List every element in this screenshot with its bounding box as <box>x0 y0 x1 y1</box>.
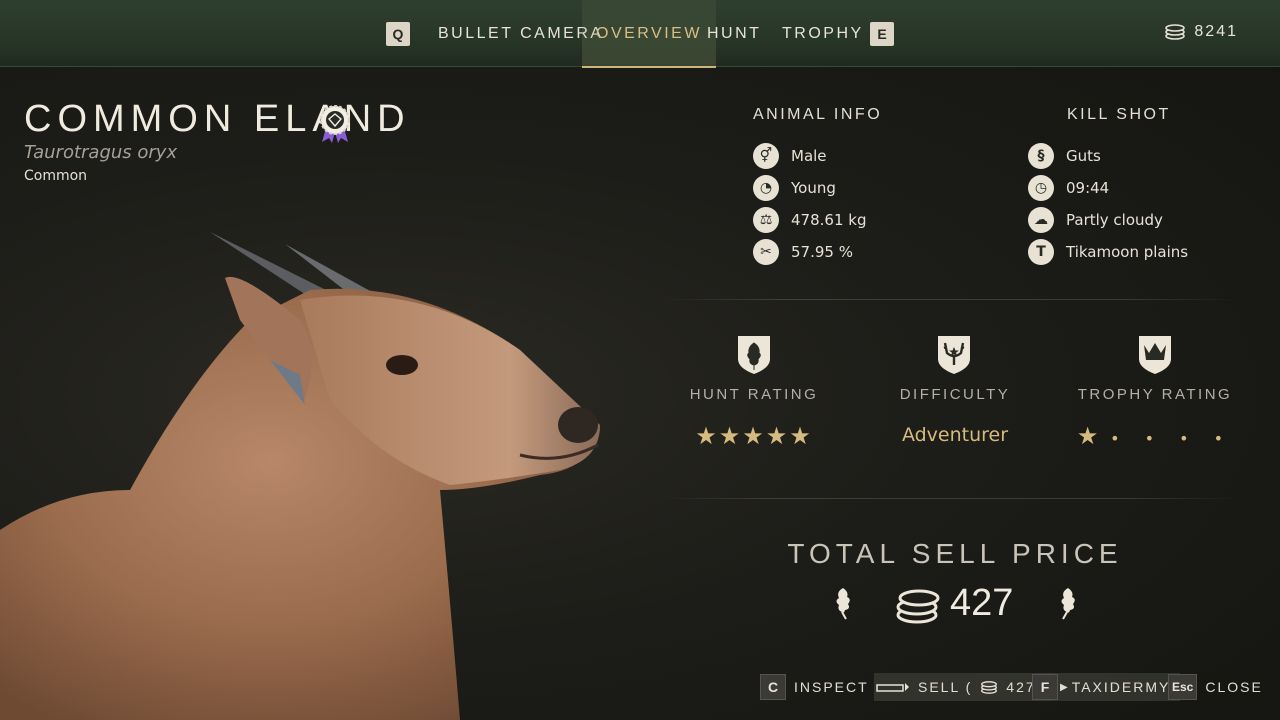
weather-value: Partly cloudy <box>1066 211 1163 229</box>
animal-name: COMMON ELAND <box>24 98 411 140</box>
money-amount: 8241 <box>1194 23 1238 40</box>
star-icon: ★ <box>1076 422 1101 450</box>
info-row-integrity: ✂ 57.95 % <box>753 239 853 265</box>
tab-trophy[interactable]: TROPHY <box>782 0 864 66</box>
close-key: Esc <box>1168 674 1198 700</box>
kill-row-time: ◷ 09:44 <box>1028 175 1109 201</box>
animal-rarity: Common <box>24 168 88 184</box>
chevron-right-icon: ▶ <box>1060 681 1070 693</box>
weight-icon: ⚖ <box>753 207 779 233</box>
trophy-rating-label: TROPHY RATING <box>1077 386 1233 403</box>
inspect-label: INSPECT <box>794 679 869 695</box>
coins-icon <box>981 680 998 694</box>
gender-icon: ⚥ <box>753 143 779 169</box>
organ-value: Guts <box>1066 147 1101 165</box>
info-row-weight: ⚖ 478.61 kg <box>753 207 866 233</box>
weather-icon: ☁ <box>1028 207 1054 233</box>
eland-illustration <box>0 232 600 720</box>
taxidermy-action[interactable]: F ▶ TAXIDERMY <box>1032 673 1181 701</box>
empty-star-dots: • • • • <box>1110 429 1234 448</box>
weight-value: 478.61 kg <box>791 211 867 229</box>
location-icon: T <box>1028 239 1054 265</box>
inspect-action[interactable]: C INSPECT <box>760 673 869 701</box>
organ-icon: § <box>1028 143 1054 169</box>
oak-leaf-icon <box>1061 588 1075 620</box>
tab-bullet-camera[interactable]: BULLET CAMERA <box>438 0 604 66</box>
top-nav-bar: Q BULLET CAMERA OVERVIEW HUNT TROPHY E 8… <box>0 0 1280 68</box>
inspect-key: C <box>760 674 786 700</box>
kill-row-weather: ☁ Partly cloudy <box>1028 207 1163 233</box>
tab-overview[interactable]: OVERVIEW <box>582 0 716 68</box>
hunt-rating-stars: ★★★★★ <box>654 422 854 450</box>
close-action[interactable]: Esc CLOSE <box>1168 673 1263 701</box>
age-icon: ◔ <box>753 175 779 201</box>
next-tab-key[interactable]: E <box>870 22 894 46</box>
location-value: Tikamoon plains <box>1066 243 1189 261</box>
tab-hunt[interactable]: HUNT <box>707 0 761 66</box>
animal-info-heading: ANIMAL INFO <box>753 106 883 123</box>
trophy-crown-icon <box>1139 336 1171 374</box>
close-label: CLOSE <box>1205 679 1263 695</box>
oak-leaf-icon <box>836 588 850 620</box>
sell-label: SELL ( <box>918 679 973 695</box>
coins-icon <box>896 589 940 624</box>
star-icon: ★ <box>789 422 813 450</box>
difficulty-label: DIFFICULTY <box>899 386 1011 403</box>
taxidermy-label: TAXIDERMY <box>1071 679 1171 695</box>
coins-icon <box>1165 24 1186 40</box>
animal-latin-name: Taurotragus oryx <box>24 142 178 163</box>
prev-tab-key[interactable]: Q <box>386 22 410 46</box>
clock-icon: ◷ <box>1028 175 1054 201</box>
info-row-age: ◔ Young <box>753 175 836 201</box>
divider-top <box>660 299 1240 300</box>
gender-value: Male <box>791 147 827 165</box>
age-value: Young <box>791 179 836 197</box>
star-icon: ★ <box>742 422 766 450</box>
sell-action[interactable]: SELL ( 427 ) <box>874 673 1055 701</box>
integrity-icon: ✂ <box>753 239 779 265</box>
total-sell-price-label: TOTAL SELL PRICE <box>787 538 1123 569</box>
difficulty-value: Adventurer <box>901 424 1009 446</box>
divider-bottom <box>660 498 1240 499</box>
hunt-rating-leaf-icon <box>738 336 770 374</box>
kill-row-location: T Tikamoon plains <box>1028 239 1188 265</box>
star-icon: ★ <box>765 422 790 450</box>
trophy-rating-stars: ★ • • • • <box>1055 422 1255 450</box>
hunt-rating-label: HUNT RATING <box>689 386 819 403</box>
integrity-value: 57.95 % <box>791 243 853 261</box>
difficulty-antlers-icon <box>938 336 970 374</box>
money-display: 8241 <box>1164 23 1238 41</box>
total-sell-price-value: 427 <box>950 582 1014 624</box>
kill-shot-heading: KILL SHOT <box>1067 106 1171 123</box>
kill-row-organ: § Guts <box>1028 143 1101 169</box>
star-icon: ★ <box>695 422 719 450</box>
time-value: 09:44 <box>1066 179 1110 197</box>
hold-bar-icon <box>876 683 909 692</box>
star-icon: ★ <box>718 422 743 450</box>
info-row-gender: ⚥ Male <box>753 143 827 169</box>
taxidermy-key: F <box>1032 674 1058 700</box>
diamond-badge-icon <box>320 105 350 143</box>
